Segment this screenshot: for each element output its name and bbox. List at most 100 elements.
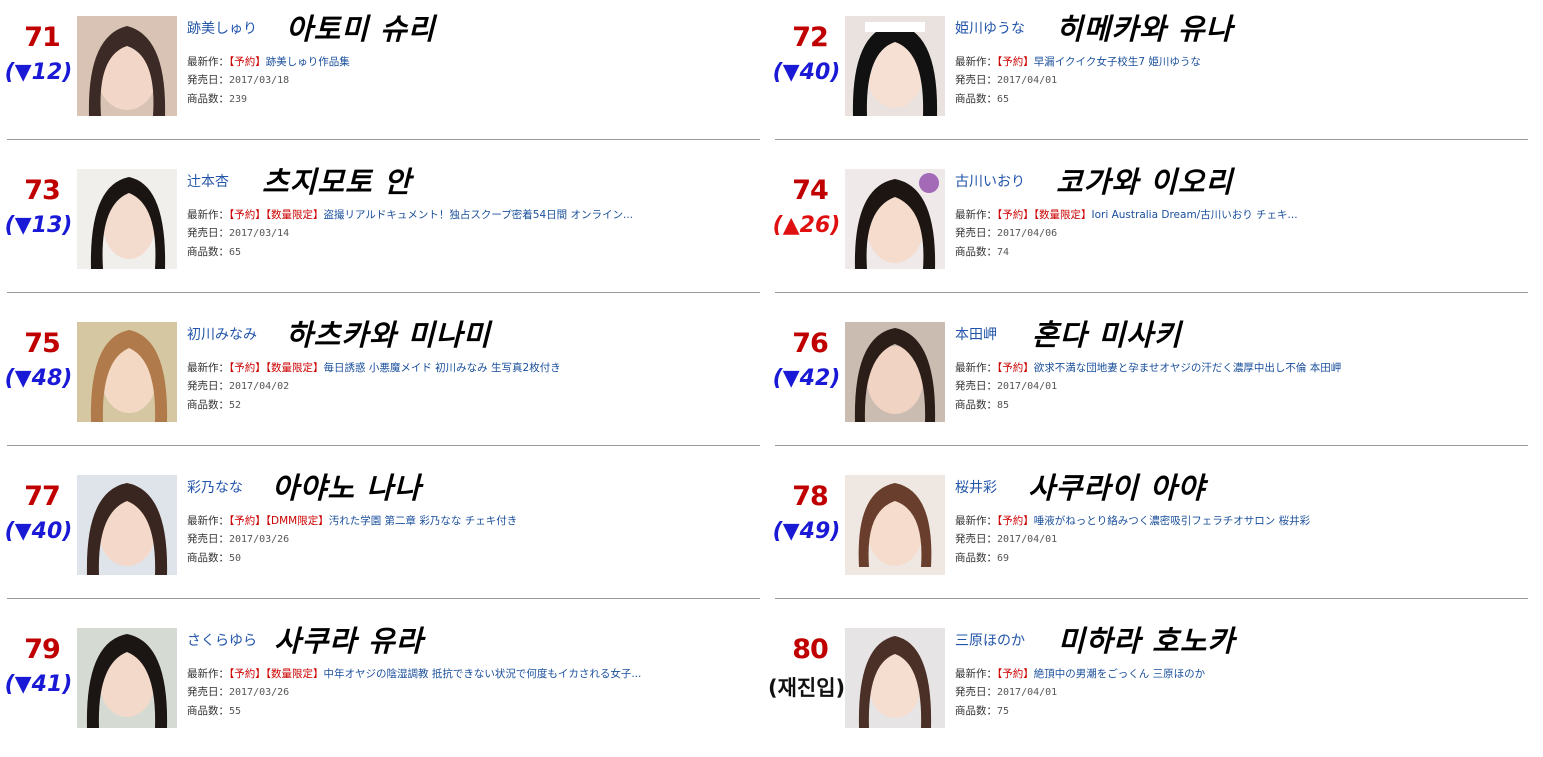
rank-number: 73 [24,175,61,206]
rank-change: (재진입) [768,676,846,700]
rank-change: (▼40) [4,519,73,544]
release-date: 2017/04/01 [997,534,1058,545]
product-count: 65 [997,94,1010,105]
ranking-card: 77 (▼40) 彩乃なな 아야노 나나 最新作：【予約】【DMM限定】汚れた学… [0,459,760,599]
latest-label: 最新作： [955,56,997,68]
latest-title-link[interactable]: 跡美しゅり作品集 [266,56,350,68]
latest-title-link[interactable]: 毎日誘惑 小悪魔メイド 初川みなみ 生写真2枚付き [324,362,561,374]
rank-number: 71 [24,22,61,53]
actress-name-kr: 츠지모토 안 [262,165,412,199]
actress-name-jp-link[interactable]: 姫川ゆうな [955,18,1025,38]
actress-name-jp-link[interactable]: 桜井彩 [955,477,997,497]
release-date: 2017/04/01 [997,75,1058,86]
actress-name-kr: 미하라 호노카 [1058,624,1236,658]
latest-title-link[interactable]: 早漏イクイク女子校生7 姫川ゆうな [1034,56,1201,68]
count-label: 商品数： [955,246,997,258]
actress-meta: 最新作：【予約】早漏イクイク女子校生7 姫川ゆうな 発売日：2017/04/01… [955,53,1201,109]
latest-label: 最新作： [187,209,229,221]
release-label: 発売日： [187,74,229,86]
rank-column: 77 (▼40) [0,459,77,569]
rank-column: 73 (▼13) [0,153,77,263]
rank-change: (▼49) [772,519,841,544]
release-date: 2017/03/26 [229,534,290,545]
actress-photo[interactable] [77,169,177,269]
actress-name-kr: 히메카와 유나 [1056,12,1234,46]
release-date: 2017/04/06 [997,228,1058,239]
actress-name-kr: 아토미 슈리 [286,12,436,46]
actress-name-jp-link[interactable]: 古川いおり [955,171,1025,191]
actress-photo[interactable] [77,322,177,422]
rank-column: 72 (▼40) [768,0,845,110]
actress-photo[interactable] [845,16,945,116]
actress-meta: 最新作：【予約】欲求不満な団地妻と孕ませオヤジの汗だく濃厚中出し不倫 本田岬 発… [955,359,1341,415]
product-count: 50 [229,553,242,564]
product-count: 239 [229,94,248,105]
count-label: 商品数： [187,399,229,411]
latest-title-link[interactable]: 汚れた学園 第二章 彩乃なな チェキ付き [329,515,518,527]
rank-change: (▲26) [772,213,841,238]
latest-label: 最新作： [955,515,997,527]
count-label: 商品数： [187,552,229,564]
latest-label: 最新作： [187,56,229,68]
actress-photo[interactable] [845,322,945,422]
ranking-card: 80 (재진입) 三原ほのか 미하라 호노카 最新作：【予約】絶頂中の男潮をごっ… [768,612,1528,752]
ranking-card: 76 (▼42) 本田岬 혼다 미사키 最新作：【予約】欲求不満な団地妻と孕ませ… [768,306,1528,446]
latest-label: 最新作： [187,515,229,527]
actress-photo[interactable] [77,16,177,116]
latest-title-link[interactable]: 唾液がねっとり絡みつく濃密吸引フェラチオサロン 桜井彩 [1034,515,1310,527]
latest-tag: 【予約】【数量限定】 [229,668,324,680]
actress-name-jp-link[interactable]: 三原ほのか [955,630,1025,650]
actress-photo[interactable] [77,628,177,728]
ranking-grid: 71 (▼12) 跡美しゅり 아토미 슈리 最新作：【予約】跡美しゅり作品集 発… [0,0,1543,757]
count-label: 商品数： [955,705,997,717]
latest-tag: 【予約】 [997,56,1034,68]
rank-change: (▼40) [772,60,841,85]
latest-label: 最新作： [187,668,229,680]
actress-photo[interactable] [845,628,945,728]
latest-label: 最新作： [187,362,229,374]
latest-title-link[interactable]: 絶頂中の男潮をごっくん 三原ほのか [1034,668,1205,680]
ranking-card: 75 (▼48) 初川みなみ 하츠카와 미나미 最新作：【予約】【数量限定】毎日… [0,306,760,446]
product-count: 74 [997,247,1010,258]
rank-change: (▼13) [4,213,73,238]
actress-name-jp-link[interactable]: 辻本杏 [187,171,229,191]
latest-title-link[interactable]: 盗撮リアルドキュメント！独占スクープ密着54日間 オンライン... [324,209,633,221]
latest-title-link[interactable]: Iori Australia Dream/古川いおり チェキ... [1092,209,1298,221]
product-count: 75 [997,706,1010,717]
actress-photo[interactable] [845,475,945,575]
release-date: 2017/04/02 [229,381,290,392]
latest-tag: 【予約】 [997,515,1034,527]
actress-name-jp-link[interactable]: 本田岬 [955,324,997,344]
rank-number: 77 [24,481,61,512]
rank-number: 74 [792,175,829,206]
rank-number: 76 [792,328,829,359]
ranking-card: 72 (▼40) 姫川ゆうな 히메카와 유나 最新作：【予約】早漏イクイク女子校… [768,0,1528,140]
actress-meta: 最新作：【予約】【数量限定】毎日誘惑 小悪魔メイド 初川みなみ 生写真2枚付き … [187,359,561,415]
actress-name-jp-link[interactable]: さくらゆら [187,630,257,650]
release-label: 発売日： [187,380,229,392]
actress-meta: 最新作：【予約】【DMM限定】汚れた学園 第二章 彩乃なな チェキ付き 発売日：… [187,512,517,568]
actress-name-jp-link[interactable]: 彩乃なな [187,477,243,497]
latest-tag: 【予約】【DMM限定】 [229,515,329,527]
release-date: 2017/04/01 [997,381,1058,392]
release-date: 2017/03/26 [229,687,290,698]
rank-change: (▼48) [4,366,73,391]
latest-title-link[interactable]: 欲求不満な団地妻と孕ませオヤジの汗だく濃厚中出し不倫 本田岬 [1034,362,1342,374]
ranking-card: 71 (▼12) 跡美しゅり 아토미 슈리 最新作：【予約】跡美しゅり作品集 発… [0,0,760,140]
actress-name-kr: 하츠카와 미나미 [286,318,491,352]
latest-title-link[interactable]: 中年オヤジの陰湿調教 抵抗できない状況で何度もイカされる女子... [324,668,642,680]
actress-photo[interactable] [845,169,945,269]
actress-name-jp-link[interactable]: 初川みなみ [187,324,257,344]
ranking-card: 73 (▼13) 辻本杏 츠지모토 안 最新作：【予約】【数量限定】盗撮リアルド… [0,153,760,293]
actress-meta: 最新作：【予約】【数量限定】盗撮リアルドキュメント！独占スクープ密着54日間 オ… [187,206,633,262]
actress-photo[interactable] [77,475,177,575]
actress-name-jp-link[interactable]: 跡美しゅり [187,18,257,38]
latest-tag: 【予約】 [997,362,1034,374]
release-date: 2017/04/01 [997,687,1058,698]
count-label: 商品数： [955,93,997,105]
product-count: 69 [997,553,1010,564]
rank-column: 71 (▼12) [0,0,77,110]
actress-meta: 最新作：【予約】絶頂中の男潮をごっくん 三原ほのか 発売日：2017/04/01… [955,665,1205,721]
rank-column: 74 (▲26) [768,153,845,263]
actress-name-kr: 사쿠라이 아야 [1028,471,1206,505]
